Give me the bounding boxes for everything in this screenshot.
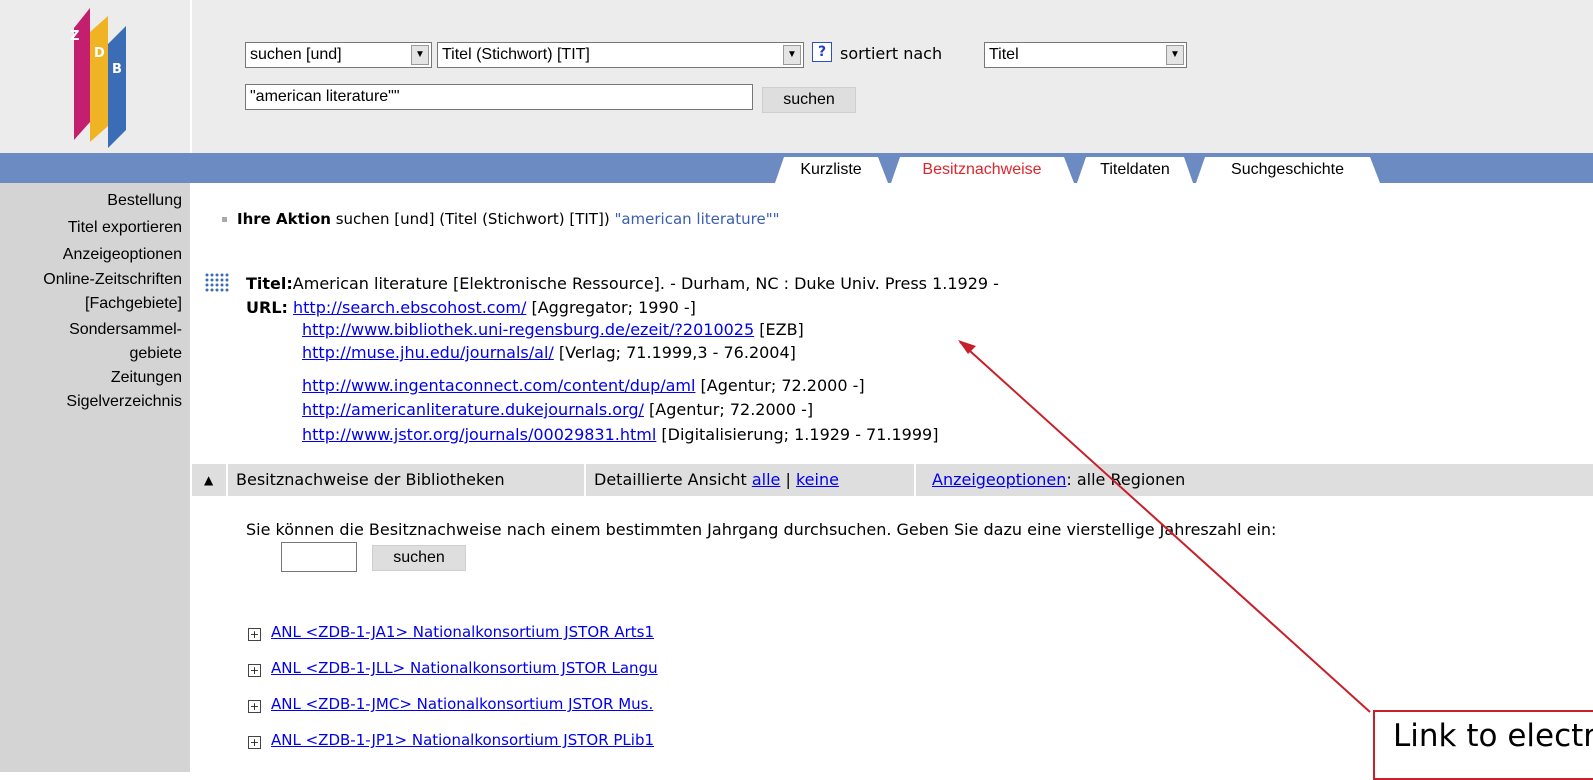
header-divider	[190, 0, 192, 153]
action-label: Ihre Aktion	[237, 210, 331, 228]
url-note: [Agentur; 72.2000 -]	[700, 376, 865, 395]
annotation-callout: Link to electronic	[1373, 710, 1593, 780]
svg-text:D: D	[94, 46, 105, 61]
list-item: + ANL <ZDB-1-JP1> Nationalkonsortium JSTO…	[248, 731, 654, 749]
expand-icon[interactable]: +	[248, 664, 261, 677]
action-summary: Ihre Aktion suchen [und] (Titel (Stichwo…	[222, 210, 780, 228]
sidebar-item-fachgebiete[interactable]: [Fachgebiete]	[85, 295, 182, 313]
search-mode-value: suchen [und]	[250, 46, 342, 63]
url-link-duke[interactable]: http://americanliterature.dukejournals.o…	[302, 400, 644, 419]
tab-kurzliste[interactable]: Kurzliste	[786, 157, 876, 183]
url-link-ezb[interactable]: http://www.bibliothek.uni-regensburg.de/…	[302, 320, 754, 339]
divider	[914, 464, 916, 496]
expand-icon[interactable]: +	[248, 736, 261, 749]
zdb-logo[interactable]: Z D B	[0, 0, 190, 153]
tab-suchgeschichte[interactable]: Suchgeschichte	[1207, 157, 1368, 183]
record-title-text: American literature [Elektronische Resso…	[292, 274, 999, 293]
record-url-line-2: http://muse.jhu.edu/journals/al/ [Verlag…	[302, 343, 796, 362]
record-url-label: URL:	[246, 298, 288, 317]
record-url-line-5: http://www.jstor.org/journals/00029831.h…	[302, 425, 938, 444]
display-options: Anzeigeoptionen: alle Regionen	[932, 464, 1185, 496]
detail-view-label: Detaillierte Ansicht	[594, 470, 747, 489]
list-item: + ANL <ZDB-1-JLL> Nationalkonsortium JSTO…	[248, 659, 658, 677]
sidebar-item-zeitungen[interactable]: Zeitungen	[111, 369, 182, 387]
sort-select[interactable]: Titel ▼	[984, 42, 1187, 68]
sidebar-item-anzeigeoptionen[interactable]: Anzeigeoptionen	[63, 246, 182, 264]
tab-titeldaten[interactable]: Titeldaten	[1088, 157, 1182, 183]
url-note: [EZB]	[759, 320, 804, 339]
sidebar-item-sondersammelgebiete-2[interactable]: gebiete	[130, 345, 183, 363]
url-link-muse[interactable]: http://muse.jhu.edu/journals/al/	[302, 343, 554, 362]
divider	[226, 464, 228, 496]
sidebar: Bestellung Titel exportieren Anzeigeopti…	[0, 183, 190, 772]
sort-label: sortiert nach	[840, 44, 943, 63]
action-query: "american literature""	[614, 210, 780, 228]
year-search-button[interactable]: suchen	[372, 545, 466, 571]
library-link[interactable]: ANL <ZDB-1-JLL> Nationalkonsortium JSTOR…	[271, 659, 658, 677]
separator: |	[785, 470, 791, 489]
year-input[interactable]	[281, 542, 357, 572]
record-title-line: Titel:American literature [Elektronische…	[246, 274, 999, 293]
chevron-down-icon: ▼	[783, 45, 801, 65]
divider	[584, 464, 586, 496]
chevron-down-icon: ▼	[1166, 45, 1184, 65]
search-field-select[interactable]: Titel (Stichwort) [TIT] ▼	[437, 42, 804, 68]
record-url-line-1: http://www.bibliothek.uni-regensburg.de/…	[302, 320, 804, 339]
region-text: : alle Regionen	[1066, 470, 1186, 489]
list-item: + ANL <ZDB-1-JA1> Nationalkonsortium JSTO…	[248, 623, 654, 641]
chevron-down-icon: ▼	[411, 45, 429, 65]
annotation-text: Link to electronic	[1393, 718, 1593, 754]
record-title-label: Titel:	[246, 274, 293, 293]
zdb-logo-icon: Z D B	[70, 8, 126, 148]
action-text: suchen [und] (Titel (Stichwort) [TIT])	[335, 210, 610, 228]
url-note: [Verlag; 71.1999,3 - 76.2004]	[558, 343, 796, 362]
sidebar-item-bestellung[interactable]: Bestellung	[107, 192, 182, 210]
url-note: [Aggregator; 1990 -]	[531, 298, 696, 317]
library-link[interactable]: ANL <ZDB-1-JA1> Nationalkonsortium JSTOR…	[271, 623, 654, 641]
record-type-icon	[205, 273, 229, 292]
library-link[interactable]: ANL <ZDB-1-JP1> Nationalkonsortium JSTOR…	[271, 731, 654, 749]
expand-icon[interactable]: +	[248, 700, 261, 713]
record-url-line-0: URL: http://search.ebscohost.com/ [Aggre…	[246, 298, 696, 317]
holdings-header-bar: ▲ Besitznachweise der Bibliotheken Detai…	[192, 464, 1593, 496]
record-url-line-4: http://americanliterature.dukejournals.o…	[302, 400, 813, 419]
search-field-value: Titel (Stichwort) [TIT]	[442, 46, 590, 63]
sidebar-item-sondersammelgebiete[interactable]: Sondersammel-	[69, 321, 182, 339]
url-note: [Agentur; 72.2000 -]	[649, 400, 814, 419]
sidebar-item-titel-exportieren[interactable]: Titel exportieren	[68, 219, 182, 237]
bullet-icon	[222, 217, 227, 222]
record-url-line-3: http://www.ingentaconnect.com/content/du…	[302, 376, 865, 395]
header	[0, 0, 1593, 153]
tab-besitznachweise[interactable]: Besitznachweise	[902, 157, 1062, 183]
holdings-title: Besitznachweise der Bibliotheken	[236, 470, 505, 489]
display-options-link[interactable]: Anzeigeoptionen	[932, 470, 1066, 489]
year-search-prompt: Sie können die Besitznachweise nach eine…	[246, 520, 1277, 539]
library-link[interactable]: ANL <ZDB-1-JMC> Nationalkonsortium JSTOR…	[271, 695, 653, 713]
search-button[interactable]: suchen	[762, 87, 856, 113]
url-link-ingenta[interactable]: http://www.ingentaconnect.com/content/du…	[302, 376, 695, 395]
sidebar-item-online-zeitschriften[interactable]: Online-Zeitschriften	[43, 271, 182, 289]
expand-icon[interactable]: +	[248, 628, 261, 641]
list-item: + ANL <ZDB-1-JMC> Nationalkonsortium JSTO…	[248, 695, 653, 713]
detail-all-link[interactable]: alle	[752, 470, 781, 489]
url-link-jstor[interactable]: http://www.jstor.org/journals/00029831.h…	[302, 425, 656, 444]
sort-value: Titel	[989, 46, 1019, 63]
help-icon[interactable]: ?	[812, 42, 832, 62]
search-input[interactable]: "american literature""	[245, 84, 753, 110]
svg-text:B: B	[112, 62, 122, 77]
url-link-ebsco[interactable]: http://search.ebscohost.com/	[293, 298, 526, 317]
svg-text:Z: Z	[70, 29, 79, 44]
detail-view-controls: Detaillierte Ansicht alle | keine	[594, 464, 839, 496]
sidebar-item-sigelverzeichnis[interactable]: Sigelverzeichnis	[66, 393, 182, 411]
detail-none-link[interactable]: keine	[796, 470, 839, 489]
search-mode-select[interactable]: suchen [und] ▼	[245, 42, 432, 68]
url-note: [Digitalisierung; 1.1929 - 71.1999]	[661, 425, 939, 444]
collapse-toggle-icon[interactable]: ▲	[204, 464, 213, 496]
